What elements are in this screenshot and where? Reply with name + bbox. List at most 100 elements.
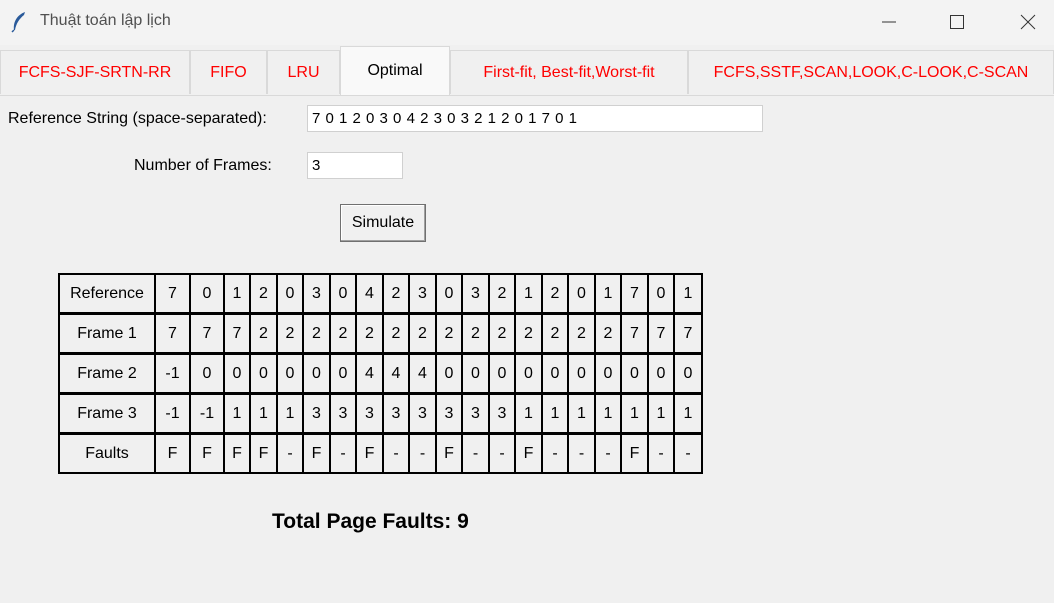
frame-3-row-cell: 3 <box>382 393 410 434</box>
frame-3-row-cell: 1 <box>594 393 622 434</box>
faults-row-cell: F <box>189 433 225 474</box>
simulate-button[interactable]: Simulate <box>340 204 426 242</box>
frame-1-row-cell: 2 <box>355 313 384 354</box>
frame-1-row-cell: 7 <box>620 313 649 354</box>
frame-2-row-cell: 0 <box>249 353 278 394</box>
frame-2-row-header: Frame 2 <box>58 353 156 394</box>
tab-lru[interactable]: LRU <box>267 50 340 94</box>
app-window: Thuật toán lập lịch FCFS-SJF-SRTN-RR FIF… <box>0 0 1054 603</box>
frame-1-row-cell: 2 <box>249 313 278 354</box>
frame-2-row-cell: 0 <box>541 353 569 394</box>
frame-1-row-cell: 7 <box>673 313 703 354</box>
reference-row-cell: 0 <box>276 273 304 314</box>
frame-2-row-cell: 0 <box>302 353 331 394</box>
reference-string-label: Reference String (space-separated): <box>8 110 267 127</box>
minimize-button[interactable] <box>866 0 912 45</box>
reference-row-cell: 7 <box>154 273 191 314</box>
reference-row-cell: 4 <box>355 273 384 314</box>
frame-1-row-cell: 7 <box>223 313 251 354</box>
reference-string-input[interactable]: 7 0 1 2 0 3 0 4 2 3 0 3 2 1 2 0 1 7 0 1 <box>307 105 763 132</box>
frame-1-row-cell: 2 <box>408 313 437 354</box>
total-page-faults: Total Page Faults: 9 <box>272 510 469 533</box>
tab-disk-scheduling[interactable]: FCFS,SSTF,SCAN,LOOK,C-LOOK,C-SCAN <box>688 50 1054 94</box>
frame-2-row-cell: 4 <box>382 353 410 394</box>
frame-2-row-cell: 0 <box>620 353 649 394</box>
reference-row-cell: 0 <box>647 273 675 314</box>
reference-row-cell: 2 <box>541 273 569 314</box>
reference-row-cell: 0 <box>329 273 357 314</box>
faults-row-cell: - <box>488 433 516 474</box>
frame-3-row-cell: 1 <box>567 393 596 434</box>
frame-3-row-cell: 1 <box>541 393 569 434</box>
frame-2-row-cell: 0 <box>189 353 225 394</box>
frame-2-row-cell: 0 <box>647 353 675 394</box>
frame-2-row-cell: 0 <box>488 353 516 394</box>
tab-memory-fit[interactable]: First-fit, Best-fit,Worst-fit <box>450 50 688 94</box>
faults-row-cell: F <box>355 433 384 474</box>
frame-2-row-cell: 0 <box>461 353 490 394</box>
frame-3-row-cell: 3 <box>461 393 490 434</box>
frame-3-row-cell: 1 <box>276 393 304 434</box>
faults-row-cell: F <box>154 433 191 474</box>
frame-2-row-cell: 0 <box>567 353 596 394</box>
frame-1-row-cell: 2 <box>541 313 569 354</box>
faults-row-cell: - <box>382 433 410 474</box>
frame-1-row-cell: 2 <box>276 313 304 354</box>
faults-row-cell: F <box>249 433 278 474</box>
maximize-button[interactable] <box>934 0 980 45</box>
frame-3-row-cell: 1 <box>223 393 251 434</box>
frame-3-row-cell: 1 <box>673 393 703 434</box>
frame-1-row-cell: 2 <box>514 313 543 354</box>
reference-row-cell: 1 <box>514 273 543 314</box>
frame-2-row-cell: 0 <box>514 353 543 394</box>
faults-row-cell: - <box>567 433 596 474</box>
maximize-icon <box>950 15 964 29</box>
frame-1-row-cell: 7 <box>154 313 191 354</box>
feather-icon <box>11 11 27 33</box>
frame-3-row-cell: 1 <box>620 393 649 434</box>
faults-row-cell: F <box>514 433 543 474</box>
faults-row-cell: F <box>223 433 251 474</box>
faults-row-cell: - <box>673 433 703 474</box>
frame-1-row-cell: 2 <box>302 313 331 354</box>
close-button[interactable] <box>1005 0 1051 45</box>
frame-3-row-cell: 1 <box>249 393 278 434</box>
frames-label: Number of Frames: <box>134 157 272 174</box>
tab-fcfs-sjf-srtn-rr[interactable]: FCFS-SJF-SRTN-RR <box>0 50 190 94</box>
reference-row-cell: 3 <box>461 273 490 314</box>
frame-3-row-cell: -1 <box>154 393 191 434</box>
reference-row-cell: 1 <box>594 273 622 314</box>
frame-2-row-cell: 0 <box>594 353 622 394</box>
frame-3-row-cell: -1 <box>189 393 225 434</box>
frame-3-row-cell: 3 <box>435 393 463 434</box>
frame-1-row-cell: 2 <box>461 313 490 354</box>
frame-3-row-cell: 3 <box>329 393 357 434</box>
reference-row-cell: 3 <box>302 273 331 314</box>
frame-2-row-cell: 0 <box>223 353 251 394</box>
reference-row-cell: 1 <box>223 273 251 314</box>
frame-1-row-header: Frame 1 <box>58 313 156 354</box>
faults-row-header: Faults <box>58 433 156 474</box>
frame-2-row-cell: 4 <box>355 353 384 394</box>
frame-1-row-cell: 7 <box>647 313 675 354</box>
close-icon <box>1020 14 1036 30</box>
frame-2-row-cell: 0 <box>435 353 463 394</box>
tab-optimal[interactable]: Optimal <box>340 46 450 95</box>
reference-row-cell: 3 <box>408 273 437 314</box>
reference-row-cell: 2 <box>382 273 410 314</box>
frames-input[interactable]: 3 <box>307 152 403 179</box>
faults-row-cell: F <box>620 433 649 474</box>
tab-bar: FCFS-SJF-SRTN-RR FIFO LRU Optimal First-… <box>0 46 1054 96</box>
faults-row-cell: - <box>647 433 675 474</box>
frame-1-row-cell: 2 <box>329 313 357 354</box>
frame-2-row-cell: 0 <box>673 353 703 394</box>
frame-1-row-cell: 2 <box>488 313 516 354</box>
tab-fifo[interactable]: FIFO <box>190 50 267 94</box>
faults-row-cell: - <box>276 433 304 474</box>
frame-1-row-cell: 7 <box>189 313 225 354</box>
faults-row-cell: - <box>461 433 490 474</box>
frame-3-row-cell: 3 <box>302 393 331 434</box>
reference-row-cell: 0 <box>435 273 463 314</box>
frame-3-row-header: Frame 3 <box>58 393 156 434</box>
title-bar: Thuật toán lập lịch <box>0 0 1054 45</box>
